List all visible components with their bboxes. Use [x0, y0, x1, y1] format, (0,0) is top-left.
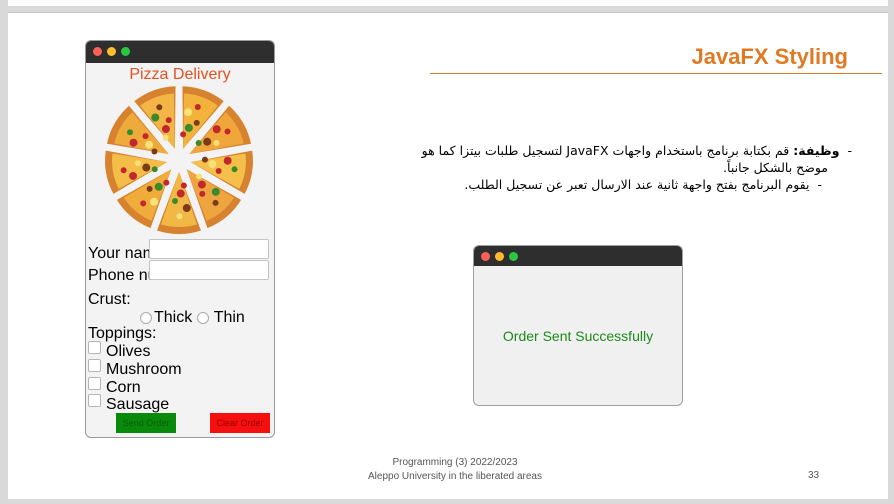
pizza-topping-piece: [127, 129, 134, 136]
pizza-topping-piece: [163, 179, 170, 186]
pizza-topping-piece: [224, 128, 231, 135]
maximize-window-icon[interactable]: [509, 252, 518, 261]
pizza-delivery-window: Pizza Delivery Your name: Phone number: …: [85, 40, 275, 438]
pizza-topping-piece: [208, 160, 217, 169]
page-number: 33: [808, 470, 820, 481]
window-titlebar: [86, 41, 274, 63]
pizza-topping-piece: [201, 156, 208, 163]
footer-course: Programming (3) 2022/2023: [392, 457, 518, 468]
pizza-topping-piece: [223, 156, 232, 165]
corn-label: Corn: [106, 379, 141, 396]
assignment-text: -وظيفة: قم بكتابة برنامج باستخدام واجهات…: [352, 142, 852, 193]
pizza-topping-piece: [162, 134, 169, 141]
pizza-topping-piece: [120, 167, 127, 174]
pizza-topping-piece: [184, 108, 193, 117]
thick-radio[interactable]: [140, 311, 152, 324]
pizza-topping-piece: [172, 197, 179, 204]
phone-input[interactable]: [149, 260, 269, 280]
pizza-topping-piece: [197, 180, 206, 189]
title-underline: [430, 73, 882, 74]
success-message: Order Sent Successfully: [502, 328, 654, 344]
slide-footer: Programming (3) 2022/2023 Aleppo Univers…: [350, 456, 560, 484]
thin-radio[interactable]: [196, 311, 209, 324]
footer-university: Aleppo University in the liberated areas: [368, 471, 542, 482]
pizza-topping-piece: [161, 125, 170, 134]
pizza-topping-piece: [215, 168, 222, 175]
crust-label: Crust:: [88, 291, 131, 308]
olives-label: Olives: [106, 343, 151, 360]
minimize-window-icon[interactable]: [495, 252, 504, 261]
minimize-window-icon[interactable]: [107, 47, 116, 56]
pizza-topping-piece: [151, 113, 160, 122]
pizza-topping-piece: [199, 190, 206, 197]
app-title: Pizza Delivery: [129, 66, 231, 83]
pizza-topping-piece: [193, 119, 200, 126]
pizza-topping-piece: [180, 182, 187, 189]
sausage-checkbox[interactable]: [88, 394, 101, 407]
corn-checkbox[interactable]: [88, 377, 101, 390]
bullet-1-text: قم بكتابة برنامج باستخدام واجهات JavaFX …: [421, 143, 790, 158]
bullet-1: -وظيفة: قم بكتابة برنامج باستخدام واجهات…: [421, 143, 852, 158]
pizza-image: [105, 86, 253, 235]
bullet-2: -يقوم البرنامج بفتح واجهة ثانية عند الار…: [464, 177, 822, 192]
olives-checkbox[interactable]: [88, 341, 101, 354]
pizza-topping-piece: [151, 166, 158, 173]
pizza-topping-piece: [180, 131, 187, 138]
pizza-topping-piece: [129, 138, 138, 147]
window-titlebar: [474, 246, 682, 266]
bullet-2-text: يقوم البرنامج بفتح واجهة ثانية عند الارس…: [464, 177, 810, 192]
pizza-topping-piece: [150, 197, 159, 206]
pizza-topping-piece: [142, 163, 151, 172]
close-window-icon[interactable]: [93, 47, 102, 56]
pizza-topping-piece: [176, 189, 185, 198]
sausage-label: Sausage: [106, 396, 170, 413]
pizza-topping-piece: [184, 123, 193, 132]
previous-slide-edge: [8, 0, 888, 6]
mushroom-label: Mushroom: [106, 361, 182, 378]
pizza-topping-piece: [196, 173, 203, 180]
maximize-window-icon[interactable]: [121, 47, 130, 56]
pizza-topping-piece: [140, 200, 147, 207]
pizza-topping-piece: [195, 140, 202, 147]
mushroom-checkbox[interactable]: [88, 359, 101, 372]
send-order-button[interactable]: Send Order: [116, 413, 176, 433]
pizza-topping-piece: [145, 140, 154, 149]
bullet-1-continuation: موضح بالشكل جانباً.: [723, 160, 828, 175]
pizza-topping-piece: [203, 137, 212, 146]
pizza-topping-piece: [176, 213, 183, 220]
clear-order-button[interactable]: Clear Order: [210, 413, 270, 433]
pizza-topping-piece: [165, 117, 172, 124]
pizza-topping-piece: [146, 185, 153, 192]
pizza-topping-piece: [129, 171, 138, 180]
bullet-1-label: وظيفة:: [793, 143, 840, 158]
pizza-topping-piece: [212, 125, 221, 134]
thick-label: Thick: [154, 309, 193, 326]
pizza-topping-piece: [156, 104, 163, 111]
name-input[interactable]: [149, 239, 269, 259]
pizza-topping-piece: [142, 133, 149, 140]
pizza-topping-piece: [231, 166, 238, 173]
close-window-icon[interactable]: [481, 252, 490, 261]
pizza-topping-piece: [151, 148, 158, 155]
pizza-topping-piece: [194, 103, 201, 110]
pizza-topping-piece: [134, 160, 141, 167]
thin-label: Thin: [213, 309, 245, 326]
pizza-topping-piece: [212, 199, 219, 206]
pizza-topping-piece: [154, 182, 163, 191]
pizza-topping-piece: [211, 187, 220, 196]
slide-title: JavaFX Styling: [691, 44, 848, 69]
pizza-topping-piece: [213, 139, 220, 146]
pizza-topping-piece: [182, 204, 191, 213]
order-confirmation-window: Order Sent Successfully: [473, 245, 683, 406]
